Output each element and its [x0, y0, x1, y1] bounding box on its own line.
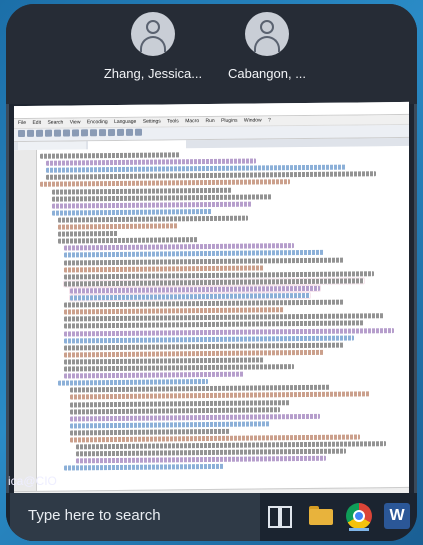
code-line	[64, 371, 244, 379]
toolbar-icon[interactable]	[117, 128, 124, 136]
code-line	[52, 201, 252, 209]
toolbar-icon[interactable]	[63, 129, 70, 137]
menu-item[interactable]: ?	[268, 117, 271, 123]
code-line	[64, 257, 344, 266]
menu-item[interactable]: Run	[206, 118, 215, 124]
code-line	[40, 179, 290, 188]
code-line	[64, 364, 294, 372]
code-line	[70, 285, 320, 294]
code-line	[58, 379, 208, 386]
toolbar-icon[interactable]	[99, 129, 106, 137]
code-line	[64, 299, 344, 308]
code-line	[70, 391, 370, 400]
windows-taskbar: Type here to search W	[6, 493, 417, 541]
participant-name: Cabangon, ...	[227, 66, 307, 81]
code-line	[76, 456, 326, 464]
code-line	[58, 231, 118, 237]
menu-item[interactable]: Encoding	[87, 119, 108, 125]
toolbar-icon[interactable]	[36, 129, 43, 137]
toolbar-icon[interactable]	[81, 129, 88, 137]
menu-item[interactable]: Plugins	[221, 118, 237, 124]
menu-item[interactable]: Edit	[32, 120, 41, 126]
toolbar-icon[interactable]	[126, 128, 133, 136]
toolbar-icon[interactable]	[90, 129, 97, 137]
code-line	[40, 152, 180, 159]
search-placeholder: Type here to search	[28, 507, 161, 524]
code-line	[52, 208, 212, 216]
code-line	[70, 428, 230, 436]
code-line	[58, 223, 178, 230]
menu-item[interactable]: Settings	[143, 119, 161, 125]
task-view-icon[interactable]	[264, 501, 294, 531]
file-explorer-icon[interactable]	[306, 501, 336, 531]
code-line	[64, 307, 284, 315]
code-line	[64, 265, 264, 273]
avatar	[131, 12, 175, 56]
avatar	[245, 12, 289, 56]
call-participants-bar: Zhang, Jessica... Cabangon, ...	[6, 4, 417, 104]
code-line	[64, 243, 294, 251]
code-line	[64, 320, 364, 329]
code-line	[70, 413, 320, 422]
menu-item[interactable]: Window	[244, 117, 262, 123]
code-line	[46, 158, 256, 166]
toolbar-icon[interactable]	[108, 129, 115, 137]
word-icon[interactable]: W	[382, 501, 412, 531]
toolbar-icon[interactable]	[18, 129, 25, 138]
menu-item[interactable]: File	[18, 120, 26, 126]
code-line	[46, 171, 376, 181]
code-line	[52, 187, 232, 195]
toolbar-icon[interactable]	[135, 128, 142, 136]
toolbar-icon[interactable]	[45, 129, 52, 137]
toolbar-icon[interactable]	[72, 129, 79, 137]
toolbar-icon[interactable]	[54, 129, 61, 137]
person-icon	[146, 20, 160, 34]
code-line	[70, 421, 270, 429]
code-line	[58, 237, 198, 244]
menu-item[interactable]: Language	[114, 119, 136, 125]
code-line	[70, 399, 290, 407]
code-line	[64, 349, 324, 358]
toolbar-icon[interactable]	[27, 129, 34, 137]
line-number-gutter	[14, 149, 37, 493]
menu-item[interactable]: View	[70, 119, 81, 125]
participant-name: Zhang, Jessica...	[103, 66, 203, 81]
code-line	[70, 406, 280, 415]
code-line	[52, 193, 272, 202]
search-box[interactable]: Type here to search	[10, 493, 260, 541]
code-line	[64, 357, 264, 365]
person-icon	[260, 20, 274, 34]
code-line	[64, 464, 224, 471]
code-line	[64, 250, 324, 258]
code-line	[70, 292, 310, 301]
shared-screen: File Edit Search View Encoding Language …	[14, 101, 409, 515]
menu-item[interactable]: Search	[47, 120, 63, 126]
participant-tile[interactable]: Cabangon, ...	[212, 12, 322, 81]
active-indicator	[349, 528, 369, 531]
code-line	[58, 215, 248, 223]
chrome-icon[interactable]	[344, 501, 374, 531]
menu-item[interactable]: Tools	[167, 118, 179, 124]
participant-tile[interactable]: Zhang, Jessica...	[98, 12, 208, 81]
self-video-label: ica@CIO	[8, 474, 57, 488]
code-line	[64, 335, 354, 344]
device-frame: Zhang, Jessica... Cabangon, ... File Edi…	[6, 4, 417, 541]
code-editor[interactable]	[14, 145, 409, 493]
menu-item[interactable]: Macro	[185, 118, 199, 124]
